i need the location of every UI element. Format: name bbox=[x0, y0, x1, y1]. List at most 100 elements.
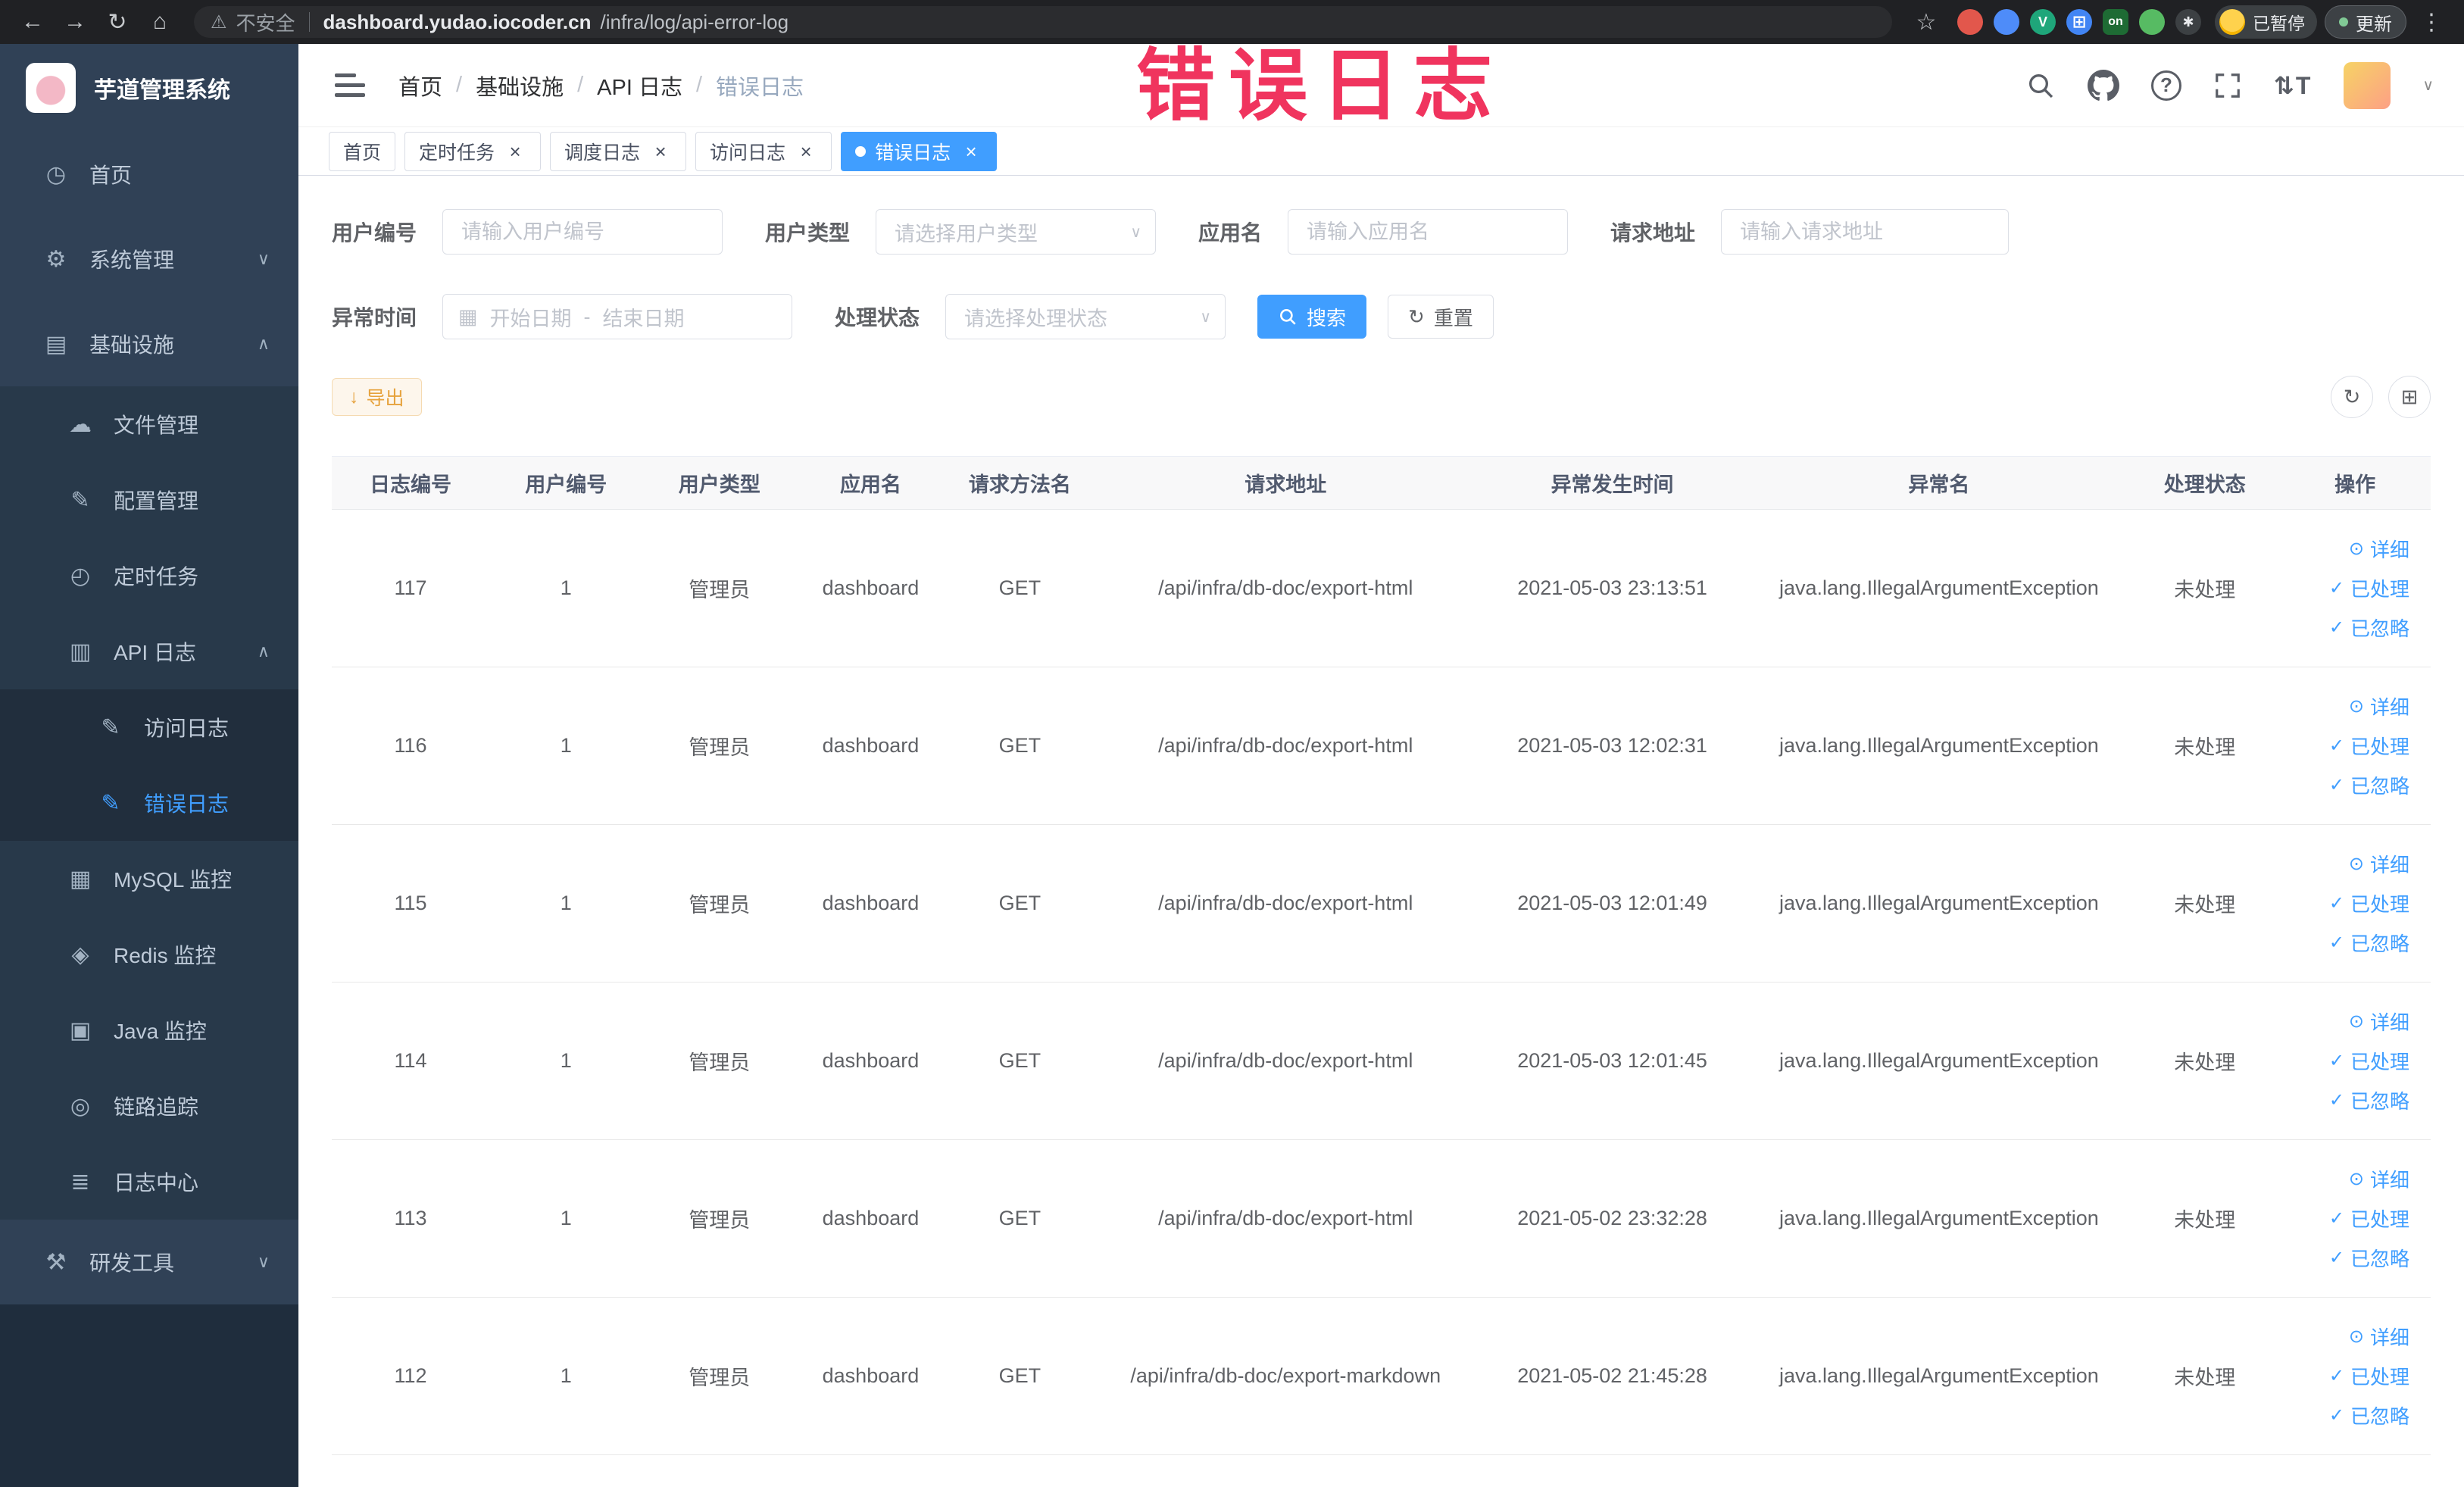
breadcrumb-item[interactable]: API 日志 bbox=[597, 70, 682, 102]
tab-error-log[interactable]: 错误日志 × bbox=[841, 131, 998, 171]
tab-home[interactable]: 首页 bbox=[329, 131, 396, 171]
sidebar-item-mysql-monitor[interactable]: ▦ MySQL 监控 bbox=[0, 841, 298, 917]
chevron-down-icon: ∨ bbox=[257, 1252, 270, 1271]
update-label: 更新 bbox=[2356, 14, 2392, 35]
action-detail[interactable]: ⊙ 详细 bbox=[2279, 845, 2409, 884]
breadcrumb-item[interactable]: 基础设施 bbox=[476, 70, 564, 102]
column-header-exception: 异常名 bbox=[1747, 456, 2131, 510]
font-size-icon[interactable]: ⇅T bbox=[2274, 71, 2312, 100]
search-button[interactable]: 搜索 bbox=[1257, 295, 1367, 339]
reload-icon[interactable]: ↻ bbox=[100, 5, 135, 39]
tab-scheduled-job[interactable]: 定时任务 × bbox=[404, 131, 542, 171]
user-type-select[interactable]: 请选择用户类型 ∨ bbox=[876, 209, 1157, 255]
refresh-table-button[interactable]: ↻ bbox=[2331, 376, 2373, 418]
user-avatar[interactable] bbox=[2344, 61, 2391, 109]
request-url-input[interactable] bbox=[1721, 209, 2010, 255]
cell-user_id: 1 bbox=[489, 982, 643, 1140]
close-icon[interactable]: × bbox=[960, 140, 982, 163]
check-icon: ✓ bbox=[2328, 1208, 2344, 1229]
bookmark-star-icon[interactable]: ☆ bbox=[1909, 5, 1944, 39]
close-icon[interactable]: × bbox=[504, 140, 526, 163]
check-icon: ✓ bbox=[2328, 932, 2344, 953]
column-settings-button[interactable]: ⊞ bbox=[2388, 376, 2431, 418]
home-icon[interactable]: ⌂ bbox=[142, 5, 177, 39]
sidebar-item-system[interactable]: ⚙ 系统管理 ∨ bbox=[0, 217, 298, 301]
extension-icon-green[interactable] bbox=[2139, 9, 2165, 35]
help-icon[interactable]: ? bbox=[2151, 70, 2181, 101]
sync-paused-label: 已暂停 bbox=[2253, 14, 2305, 33]
extension-icon-red[interactable] bbox=[1957, 9, 1983, 35]
action-detail[interactable]: ⊙ 详细 bbox=[2279, 1160, 2409, 1199]
action-processed[interactable]: ✓ 已处理 bbox=[2279, 569, 2409, 608]
chevron-down-icon[interactable]: ∨ bbox=[2422, 76, 2434, 95]
export-button[interactable]: ↓ 导出 bbox=[332, 378, 422, 416]
update-button[interactable]: 更新 bbox=[2325, 5, 2406, 39]
hamburger-menu-icon[interactable] bbox=[329, 67, 371, 103]
sidebar-item-file-manage[interactable]: ☁ 文件管理 bbox=[0, 386, 298, 462]
sidebar-item-log-center[interactable]: ≣ 日志中心 bbox=[0, 1144, 298, 1220]
action-ignored[interactable]: ✓ 已忽略 bbox=[2279, 1081, 2409, 1120]
action-processed[interactable]: ✓ 已处理 bbox=[2279, 726, 2409, 766]
reset-button-label: 重置 bbox=[1433, 306, 1473, 330]
process-status-select[interactable]: 请选择处理状态 ∨ bbox=[945, 294, 1226, 339]
tab-job-log[interactable]: 调度日志 × bbox=[550, 131, 687, 171]
tab-access-log[interactable]: 访问日志 × bbox=[695, 131, 832, 171]
profile-chip[interactable]: 已暂停 bbox=[2215, 5, 2317, 39]
sidebar-item-error-log[interactable]: ✎ 错误日志 bbox=[0, 765, 298, 841]
sidebar-item-infrastructure[interactable]: ▤ 基础设施 ∧ bbox=[0, 301, 298, 386]
action-processed[interactable]: ✓ 已处理 bbox=[2279, 1199, 2409, 1239]
action-ignored[interactable]: ✓ 已忽略 bbox=[2279, 766, 2409, 805]
main-area: 首页 / 基础设施 / API 日志 / 错误日志 ? ⇅T ∨ 首页 定时任务… bbox=[298, 44, 2464, 1487]
app-logo[interactable]: 芋道管理系统 bbox=[0, 44, 298, 132]
sidebar-item-config-manage[interactable]: ✎ 配置管理 bbox=[0, 462, 298, 538]
forward-icon[interactable]: → bbox=[58, 5, 92, 39]
breadcrumb-item[interactable]: 首页 bbox=[398, 70, 442, 102]
extension-on-badge[interactable]: on bbox=[2103, 9, 2128, 35]
action-ignored[interactable]: ✓ 已忽略 bbox=[2279, 1396, 2409, 1435]
fullscreen-icon[interactable] bbox=[2213, 71, 2242, 100]
active-tab-dot bbox=[855, 145, 867, 157]
kebab-menu-icon[interactable]: ⋮ bbox=[2414, 5, 2449, 39]
action-processed[interactable]: ✓ 已处理 bbox=[2279, 1357, 2409, 1396]
extension-icon-blue[interactable] bbox=[1994, 9, 2019, 35]
export-button-label: 导出 bbox=[366, 388, 404, 409]
app-name-input[interactable] bbox=[1288, 209, 1569, 255]
search-icon[interactable] bbox=[2025, 70, 2056, 101]
sidebar-item-trace[interactable]: ◎ 链路追踪 bbox=[0, 1068, 298, 1144]
column-header-time: 异常发生时间 bbox=[1476, 456, 1748, 510]
back-icon[interactable]: ← bbox=[15, 5, 50, 39]
action-detail[interactable]: ⊙ 详细 bbox=[2279, 1317, 2409, 1357]
extensions-grid-icon[interactable]: ⊞ bbox=[2066, 9, 2092, 35]
action-detail[interactable]: ⊙ 详细 bbox=[2279, 687, 2409, 726]
tab-label: 错误日志 bbox=[875, 142, 951, 164]
date-range-picker[interactable]: ▦ 开始日期 - 结束日期 bbox=[442, 294, 793, 339]
sidebar-item-dev-tools[interactable]: ⚒ 研发工具 ∨ bbox=[0, 1220, 298, 1304]
sidebar-item-home[interactable]: ◷ 首页 bbox=[0, 132, 298, 217]
close-icon[interactable]: × bbox=[795, 140, 817, 163]
action-ignored[interactable]: ✓ 已忽略 bbox=[2279, 1239, 2409, 1278]
chevron-down-icon: ∨ bbox=[1200, 308, 1212, 326]
sidebar-item-access-log[interactable]: ✎ 访问日志 bbox=[0, 689, 298, 765]
sidebar-item-api-log[interactable]: ▥ API 日志 ∧ bbox=[0, 614, 298, 689]
sidebar-item-java-monitor[interactable]: ▣ Java 监控 bbox=[0, 992, 298, 1068]
address-bar[interactable]: ⚠ 不安全 dashboard.yudao.iocoder.cn/infra/l… bbox=[194, 6, 1892, 38]
cell-id: 112 bbox=[332, 1297, 490, 1455]
screen: ← → ↻ ⌂ ⚠ 不安全 dashboard.yudao.iocoder.cn… bbox=[0, 0, 2464, 1487]
reset-button[interactable]: ↻ 重置 bbox=[1388, 295, 1494, 339]
action-ignored[interactable]: ✓ 已忽略 bbox=[2279, 923, 2409, 963]
extension-icon-teal[interactable]: V bbox=[2030, 9, 2056, 35]
action-label: 已处理 bbox=[2350, 736, 2409, 758]
github-icon[interactable] bbox=[2088, 69, 2119, 102]
action-ignored[interactable]: ✓ 已忽略 bbox=[2279, 608, 2409, 648]
sidebar-item-scheduled-job[interactable]: ◴ 定时任务 bbox=[0, 538, 298, 614]
cell-url: /api/infra/db-doc/export-markdown bbox=[1094, 1297, 1477, 1455]
close-icon[interactable]: × bbox=[649, 140, 672, 163]
action-detail[interactable]: ⊙ 详细 bbox=[2279, 530, 2409, 569]
sidebar-item-redis-monitor[interactable]: ◈ Redis 监控 bbox=[0, 917, 298, 992]
action-processed[interactable]: ✓ 已处理 bbox=[2279, 1042, 2409, 1081]
action-detail[interactable]: ⊙ 详细 bbox=[2279, 1002, 2409, 1042]
action-processed[interactable]: ✓ 已处理 bbox=[2279, 884, 2409, 923]
user-id-input[interactable] bbox=[442, 209, 723, 255]
top-navbar: 首页 / 基础设施 / API 日志 / 错误日志 ? ⇅T ∨ bbox=[298, 44, 2464, 127]
extensions-puzzle-icon[interactable]: ✱ bbox=[2175, 9, 2201, 35]
